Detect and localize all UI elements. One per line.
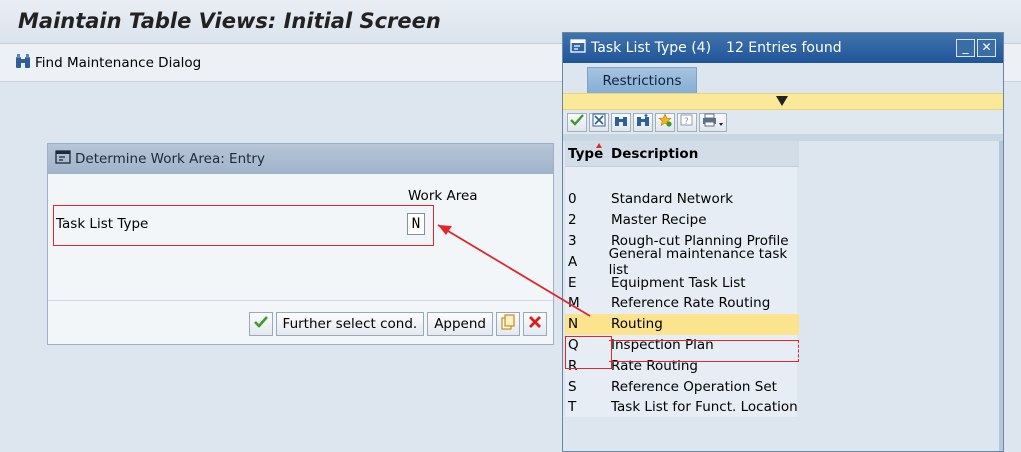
description-cell: Routing [611, 316, 663, 333]
popup-title: Task List Type (4) [591, 40, 712, 56]
new-entries-button[interactable] [496, 312, 520, 336]
table-row[interactable]: 0 Standard Network [565, 189, 799, 210]
svg-text:?: ? [684, 117, 689, 127]
vertical-scrollbar[interactable] [999, 141, 1003, 451]
binoculars-plus-icon [636, 113, 650, 131]
description-cell: Equipment Task List [611, 274, 746, 291]
table-row[interactable]: T Task List for Funct. Location [565, 397, 799, 418]
table-row[interactable]: A General maintenance task list [565, 246, 799, 278]
find-next-button[interactable] [633, 112, 653, 132]
table-row[interactable]: S Reference Operation Set [565, 376, 799, 397]
description-cell: Task List for Funct. Location [611, 399, 798, 416]
close-window-button[interactable]: ✕ [977, 39, 996, 57]
results-list-area: Type Description 0 Standard Network 2 Maste… [563, 141, 1003, 451]
value-help-popup: Task List Type (4) 12 Entries found _ ✕ … [562, 32, 1004, 452]
tab-restrictions[interactable]: Restrictions [587, 67, 697, 93]
dialog-divider [48, 300, 553, 301]
dialog-footer: Further select cond. Append [248, 312, 547, 336]
grid-header: Type Description [565, 141, 799, 167]
checkmark-icon [570, 114, 584, 130]
close-icon: ✕ [981, 40, 992, 54]
cancel-button[interactable] [523, 312, 547, 336]
grid-rows: 0 Standard Network 2 Master Recipe 3 Rough-cu… [565, 189, 799, 418]
type-cell: N [568, 316, 579, 333]
column-header-description[interactable]: Description [608, 146, 698, 162]
copy-button[interactable] [567, 112, 587, 132]
printer-icon [702, 113, 724, 131]
expand-triangle-icon [776, 96, 788, 106]
add-favorite-button[interactable] [655, 112, 675, 132]
description-cell: Standard Network [611, 191, 734, 208]
checkmark-icon [253, 315, 269, 333]
entries-found-text: 12 Entries found [726, 40, 842, 56]
restrictions-collapse-bar[interactable] [563, 93, 1003, 110]
append-button[interactable]: Append [427, 312, 493, 336]
table-row[interactable]: 2 Master Recipe [565, 210, 799, 231]
annotation-highlight-box [53, 205, 434, 246]
dialog-header: Determine Work Area: Entry [48, 144, 553, 174]
dialog-title: Determine Work Area: Entry [75, 151, 265, 167]
popup-toolbar: ? [563, 110, 1003, 134]
description-cell: General maintenance task list [608, 245, 788, 278]
find-button[interactable] [611, 112, 631, 132]
type-header-label: Type [568, 145, 604, 162]
binoculars-icon [14, 52, 32, 74]
type-cell: E [568, 274, 577, 291]
popup-tab-strip: Restrictions [563, 63, 1003, 93]
type-cell: 0 [568, 191, 577, 208]
cancel-box-icon [592, 113, 606, 131]
column-header-type[interactable]: Type [565, 142, 608, 162]
work-area-column-header: Work Area [408, 188, 478, 204]
table-row[interactable]: N Routing [565, 313, 799, 335]
description-cell: Reference Operation Set [611, 378, 777, 395]
annotation-row-box [565, 336, 612, 369]
determine-work-area-dialog: Determine Work Area: Entry Work Area Tas… [47, 143, 554, 345]
page-title: Maintain Table Views: Initial Screen [18, 9, 441, 33]
description-cell: Reference Rate Routing [611, 295, 771, 312]
sort-ascending-icon [596, 142, 602, 148]
dialog-window-icon [55, 150, 71, 168]
print-button[interactable] [699, 112, 727, 132]
type-cell: M [568, 295, 580, 312]
grid-spacer [565, 167, 799, 189]
binoculars-icon [614, 113, 628, 131]
help-button[interactable]: ? [677, 112, 697, 132]
type-cell: A [568, 253, 578, 270]
cancel-selection-button[interactable] [589, 112, 609, 132]
type-cell: 3 [568, 232, 577, 249]
star-plus-icon [658, 113, 672, 131]
popup-title-bar: Task List Type (4) 12 Entries found [563, 33, 1003, 63]
annotation-cell-box [609, 340, 799, 362]
popup-window-icon [570, 39, 586, 57]
confirm-button[interactable] [248, 312, 273, 336]
minimize-icon: _ [962, 40, 969, 54]
help-icon: ? [680, 113, 694, 131]
table-row[interactable]: M Reference Rate Routing [565, 293, 799, 314]
description-cell: Master Recipe [611, 212, 707, 229]
minimize-button[interactable]: _ [956, 39, 975, 57]
results-grid: Type Description 0 Standard Network 2 Maste… [565, 141, 799, 418]
further-select-cond-button[interactable]: Further select cond. [275, 312, 425, 336]
type-cell: 2 [568, 212, 577, 229]
close-icon [528, 315, 542, 333]
type-cell: S [568, 378, 577, 395]
type-cell: T [568, 399, 577, 416]
find-maintenance-dialog-label: Find Maintenance Dialog [35, 55, 202, 71]
find-maintenance-dialog-button[interactable]: Find Maintenance Dialog [14, 52, 201, 74]
copy-icon [500, 314, 516, 334]
